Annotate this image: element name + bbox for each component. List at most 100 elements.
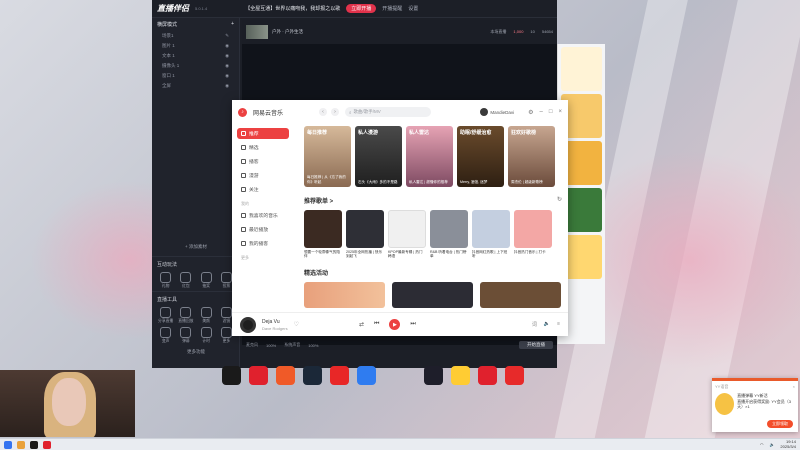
netease-icon[interactable] [249, 366, 268, 385]
playlist-item[interactable]: KPOP最新专辑 | 热门韩语 [388, 210, 426, 259]
netease-icon[interactable] [478, 366, 497, 385]
shuffle-icon[interactable]: ⇄ [359, 321, 364, 328]
song-title[interactable]: Deja Vu [262, 319, 288, 325]
app-icon[interactable] [30, 440, 38, 449]
go-live-button[interactable]: 立即开播 [346, 4, 377, 13]
forward-icon[interactable]: › [331, 108, 340, 116]
clock[interactable]: 19:14 2025/3/4 [780, 439, 796, 449]
playlist-item[interactable]: 想要一个轮廓像气的陪伴 [304, 210, 342, 259]
eye-icon[interactable]: ◉ [225, 73, 229, 79]
card-chart[interactable]: 狂欢好歌榜 周杰伦 | 超级新歌榜 [508, 126, 555, 187]
nav-recent[interactable]: 最近播放 [237, 224, 289, 235]
playlist-icon[interactable]: ≡ [557, 321, 560, 328]
eye-icon[interactable]: ◉ [225, 43, 229, 49]
source-item[interactable]: 图片 1 [162, 43, 175, 49]
claim-button[interactable]: 立即领取 [767, 420, 793, 428]
featured-banner[interactable] [480, 282, 561, 308]
eye-icon[interactable]: ◉ [225, 83, 229, 89]
eye-icon[interactable]: ◉ [225, 53, 229, 59]
share-tool[interactable]: 分享直播 [157, 307, 174, 324]
nav-podcast[interactable]: 播客 [237, 156, 289, 167]
scene-name[interactable]: 场景1 [162, 33, 174, 39]
app-icon[interactable] [222, 366, 241, 385]
refresh-icon[interactable]: ↻ [557, 196, 562, 205]
eye-icon[interactable]: ◉ [225, 63, 229, 69]
scene-mode[interactable]: 横屏模式 [157, 21, 177, 28]
volume-icon[interactable]: 🔈 [769, 442, 774, 447]
playlist-item[interactable]: 2025年全网热播 | 快乐到起飞 [346, 210, 384, 259]
close-icon[interactable]: × [558, 109, 562, 116]
playlist-item[interactable]: 抖音网红热歌 | 上下班听 [472, 210, 510, 259]
app-icon[interactable] [357, 366, 376, 385]
voice-tool[interactable]: 变声 [157, 327, 174, 344]
folder-icon[interactable] [17, 440, 25, 449]
beauty-tool[interactable]: 美颜 [198, 307, 215, 324]
nav-follow[interactable]: 关注 [237, 184, 289, 195]
settings-icon[interactable]: ⚙ [528, 109, 533, 116]
danmaku-tool[interactable]: 弹幕 [177, 327, 194, 344]
card-roam[interactable]: 私人漫游 石头《大雨》多的不是路 [355, 126, 402, 187]
app-icon[interactable] [451, 366, 470, 385]
lyrics-icon[interactable]: 词 [532, 321, 537, 328]
playlist-item[interactable]: 抖音热门音乐 | 打卡 [514, 210, 552, 259]
card-radar[interactable]: 私人雷达 私人雷达 | 超懂你的推荐 [406, 126, 453, 187]
source-item[interactable]: 文本 1 [162, 53, 175, 59]
minimize-icon[interactable]: – [540, 109, 543, 116]
timer-tool[interactable]: 计时 [198, 327, 215, 344]
app-icon[interactable] [505, 366, 524, 385]
start-icon[interactable] [4, 440, 12, 449]
song-artist[interactable]: Dave Rodgers [262, 326, 288, 331]
app-icon[interactable] [424, 366, 443, 385]
music-search-input[interactable]: ⌕ 歌曲/歌手/MV [345, 107, 432, 117]
featured-banner[interactable] [304, 282, 385, 308]
nav-liked[interactable]: 我喜欢的音乐 [237, 210, 289, 221]
close-icon[interactable]: × [793, 384, 795, 390]
start-live-button[interactable]: 开始直播 [519, 341, 553, 349]
nav-my-podcast[interactable]: 我的播客 [237, 238, 289, 249]
add-icon[interactable]: + [231, 21, 234, 28]
nav-roam[interactable]: 漫游 [237, 170, 289, 181]
mic-volume[interactable]: 100% [266, 343, 276, 348]
nav-recommend[interactable]: 推荐 [237, 128, 289, 139]
replay-tool[interactable]: 直播回放 [177, 307, 194, 324]
browser-card[interactable] [561, 47, 602, 91]
add-source-button[interactable]: + 添加素材 [152, 244, 240, 250]
featured-banner[interactable] [392, 282, 473, 308]
redpacket-tool[interactable]: 红包 [177, 272, 194, 289]
more-link[interactable]: 更多 [241, 255, 285, 261]
maximize-icon[interactable]: □ [549, 109, 553, 116]
lottery-tool[interactable]: 抽奖 [198, 272, 215, 289]
volume-icon[interactable]: 🔈 [544, 321, 550, 328]
nav-featured[interactable]: 精选 [237, 142, 289, 153]
source-item[interactable]: 摄像头 1 [162, 63, 179, 69]
card-daily[interactable]: 每日推荐 每日推荐 | 从《忘了我的 你》听起 [304, 126, 351, 187]
card-sleep[interactable]: 助眠/舒缓治愈 Merry, 酒馆, 迷梦 [457, 126, 504, 187]
source-item[interactable]: 窗口 1 [162, 73, 175, 79]
app-icon[interactable] [276, 366, 295, 385]
playlist-item[interactable]: R&B 听着电台 | 热门榜单 [430, 210, 468, 259]
notification-popup[interactable]: YY语音 × 直播弹幕 YY新活 直播开启获得奖励: YY会员（3天）×1 立即领… [712, 378, 798, 432]
steam-icon[interactable] [303, 366, 322, 385]
wifi-icon[interactable]: ◠ [760, 442, 764, 447]
album-disc[interactable] [240, 316, 256, 333]
user-profile[interactable]: MandieDavi [480, 108, 514, 116]
system-sound-label[interactable]: 系统声音 [284, 342, 300, 348]
more-functions[interactable]: 更多功能 [152, 349, 240, 355]
play-button[interactable]: ▶ [389, 319, 401, 330]
settings-button[interactable]: 设置 [408, 5, 418, 12]
room-title[interactable]: 【全屋互通】世界以痛吻我，我却报之以歌 [245, 5, 340, 12]
mic-label[interactable]: 麦克风 [246, 342, 258, 348]
system-volume[interactable]: 100% [308, 343, 318, 348]
prev-icon[interactable]: ⏮ [374, 321, 379, 328]
playlist-heading[interactable]: 推荐歌单 > [304, 196, 333, 205]
reminder-button[interactable]: 开播提醒 [382, 5, 402, 12]
gift-tool[interactable]: 礼物 [157, 272, 174, 289]
source-item[interactable]: 全屏 [162, 83, 171, 89]
app-icon[interactable] [330, 366, 349, 385]
edit-icon[interactable]: ✎ [225, 33, 229, 39]
next-icon[interactable]: ⏭ [410, 321, 415, 328]
cover-thumbnail[interactable] [246, 25, 268, 39]
back-icon[interactable]: ‹ [319, 108, 328, 116]
like-icon[interactable]: ♡ [294, 321, 299, 328]
netease-icon[interactable] [43, 440, 51, 449]
